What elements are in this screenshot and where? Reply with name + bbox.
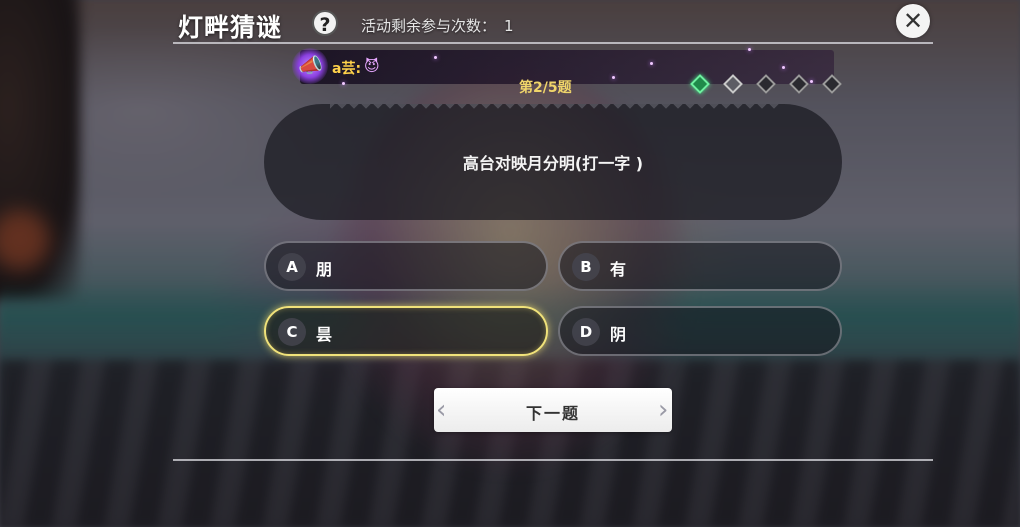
sparkle-icon xyxy=(748,48,751,51)
option-text: 朋 xyxy=(316,260,333,279)
background-shadow xyxy=(0,0,80,300)
sparkle-icon xyxy=(434,56,437,59)
question-progress: 第2/5题 xyxy=(519,80,572,96)
sparkle-icon xyxy=(342,82,345,85)
sparkle-icon xyxy=(612,76,615,79)
option-letter: B xyxy=(572,253,600,281)
question-panel-trim xyxy=(330,104,780,112)
option-text: 有 xyxy=(610,260,627,279)
footer-divider xyxy=(173,459,933,461)
option-letter: A xyxy=(278,253,306,281)
sparkle-icon xyxy=(810,80,813,83)
background-lantern xyxy=(0,210,50,270)
close-button[interactable]: ✕ xyxy=(896,4,930,38)
sparkle-icon xyxy=(782,66,785,69)
next-question-label: 下一题 xyxy=(525,404,580,423)
option-text: 昙 xyxy=(316,325,333,344)
remaining-label: 活动剩余参与次数： xyxy=(361,17,497,35)
riddle-text: 高台对映月分明(打一字 ) xyxy=(462,154,644,173)
option-letter: C xyxy=(278,318,306,346)
broadcast-user: a芸: xyxy=(332,61,362,77)
broadcast-message: 😈 xyxy=(364,57,380,75)
option-letter: D xyxy=(572,318,600,346)
megaphone-icon xyxy=(292,48,328,84)
game-screen: 灯畔猜谜 ? 活动剩余参与次数： 1 ✕ a芸: 😈 第2/5题 高台对映月分明(… xyxy=(0,0,1020,527)
option-text: 阴 xyxy=(610,325,627,344)
remaining-count: 1 xyxy=(504,17,514,35)
remaining-attempts: 活动剩余参与次数： 1 xyxy=(361,15,514,36)
option-d-button[interactable]: D 阴 xyxy=(558,306,842,356)
help-icon[interactable]: ? xyxy=(312,10,338,36)
option-c-button[interactable]: C 昙 xyxy=(264,306,548,356)
page-title: 灯畔猜谜 xyxy=(178,13,283,42)
option-a-button[interactable]: A 朋 xyxy=(264,241,548,291)
close-icon: ✕ xyxy=(902,7,924,35)
next-question-button[interactable]: ‹ 下一题 › xyxy=(434,388,672,432)
background-floor xyxy=(0,360,1020,527)
option-b-button[interactable]: B 有 xyxy=(558,241,842,291)
sparkle-icon xyxy=(650,62,653,65)
header-divider xyxy=(173,42,933,44)
chevron-right-icon: › xyxy=(658,395,669,425)
